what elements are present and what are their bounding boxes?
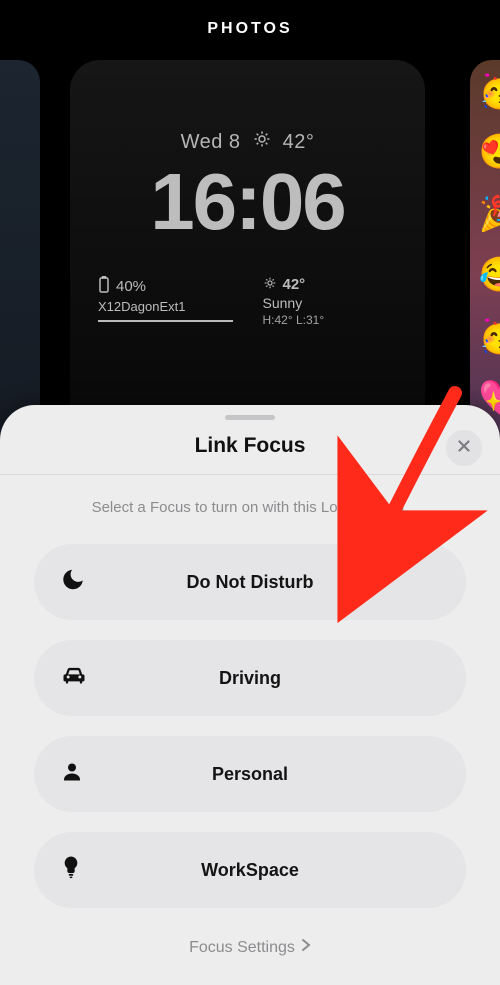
lockscreen-date: Wed 8 42°	[70, 130, 425, 154]
sun-icon	[253, 130, 271, 154]
sheet-subtitle: Select a Focus to turn on with this Lock…	[0, 475, 500, 534]
gallery-title: PHOTOS	[0, 20, 500, 38]
focus-settings-link[interactable]: Focus Settings	[0, 938, 500, 957]
close-button[interactable]	[446, 430, 482, 466]
battery-widget: 40% X12DagonExt1	[98, 276, 233, 327]
sheet-title: Link Focus	[0, 434, 500, 458]
focus-list: Do Not Disturb Driving Personal WorkSpac…	[0, 534, 500, 908]
focus-item-label: Personal	[212, 764, 288, 785]
weather-widget: 42° Sunny H:42° L:31°	[263, 276, 398, 327]
battery-icon	[98, 276, 110, 297]
lightbulb-icon	[60, 855, 82, 886]
focus-item-label: WorkSpace	[201, 860, 299, 881]
focus-item-label: Driving	[219, 668, 281, 689]
focus-item-dnd[interactable]: Do Not Disturb	[34, 544, 466, 620]
car-icon	[60, 662, 88, 695]
focus-item-label: Do Not Disturb	[187, 572, 314, 593]
close-icon	[455, 437, 473, 460]
sun-small-icon	[263, 276, 277, 293]
focus-item-driving[interactable]: Driving	[34, 640, 466, 716]
lockscreen-time: 16:06	[70, 156, 425, 248]
focus-item-workspace[interactable]: WorkSpace	[34, 832, 466, 908]
focus-item-personal[interactable]: Personal	[34, 736, 466, 812]
person-icon	[60, 760, 84, 789]
chevron-right-icon	[301, 938, 311, 957]
link-focus-sheet: Link Focus Select a Focus to turn on wit…	[0, 405, 500, 985]
moon-icon	[60, 567, 86, 598]
